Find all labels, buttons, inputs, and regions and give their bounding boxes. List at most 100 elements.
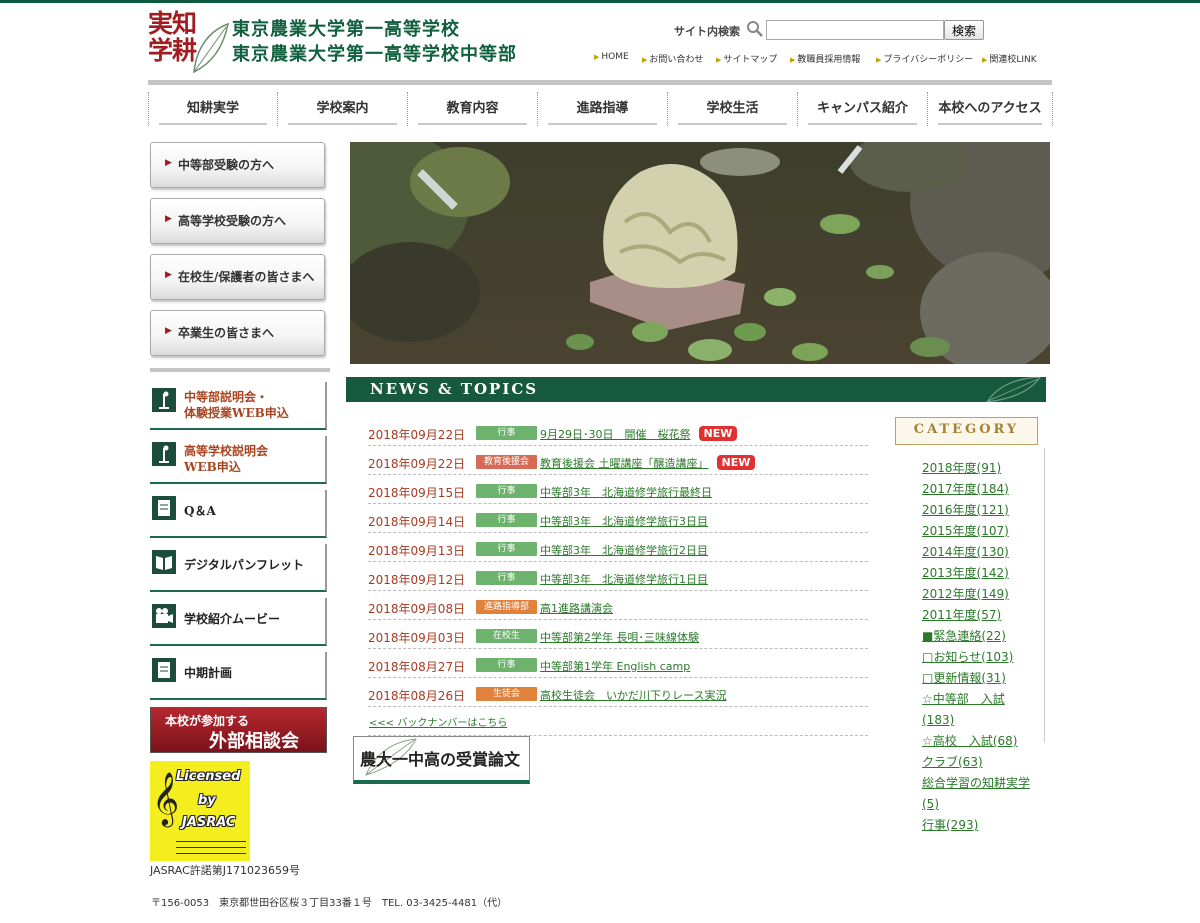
news-link[interactable]: 高校生徒会 いかだ川下りレース実況 xyxy=(540,687,726,703)
side-link-digital-pamphlet[interactable]: デジタルパンフレット xyxy=(150,544,327,592)
news-link[interactable]: 9月29日･30日 開催 桜花祭 NEW xyxy=(540,426,738,442)
logo-char: 学 xyxy=(148,36,174,65)
divider xyxy=(1044,448,1045,743)
news-item: 2018年08月27日 行事 中等部第1学年 English camp xyxy=(368,649,868,678)
util-link-recruit[interactable]: ▶ 教職員採用情報 xyxy=(790,52,860,65)
side-separator xyxy=(150,368,330,372)
school-name-high[interactable]: 東京農業大学第一高等学校 xyxy=(232,15,460,41)
news-link[interactable]: 中等部3年 北海道修学旅行2日目 xyxy=(540,542,708,558)
news-heading: NEWS & TOPICS xyxy=(370,380,539,398)
news-link[interactable]: 教育後援会 土曜講座「醸造講座」 NEW xyxy=(540,455,756,471)
triangle-icon: ▶ xyxy=(876,56,882,64)
side-link-movie[interactable]: 学校紹介ムービー xyxy=(150,598,327,646)
news-link[interactable]: 中等部3年 北海道修学旅行3日目 xyxy=(540,513,708,529)
category-link[interactable]: ■緊急連絡(22) xyxy=(922,626,1042,647)
category-link[interactable]: 行事(293) xyxy=(922,815,1042,836)
logo-char: 実 xyxy=(148,9,174,38)
triangle-icon: ▶ xyxy=(165,270,172,280)
triangle-icon: ▶ xyxy=(594,53,600,61)
side-link-junior-briefing[interactable]: 中等部説明会・ 体験授業WEB申込 xyxy=(150,382,327,430)
category-tag: 行事 xyxy=(476,513,537,527)
jasrac-license-number: JASRAC許諾第J171023659号 xyxy=(150,864,300,877)
category-link[interactable]: 2013年度(142) xyxy=(922,563,1042,584)
category-link[interactable]: 2018年度(91) xyxy=(922,458,1042,479)
nav-item-school-life[interactable]: 学校生活 xyxy=(668,92,798,126)
decor-line xyxy=(176,847,246,848)
triangle-icon: ▶ xyxy=(982,56,988,64)
award-papers-banner[interactable]: 農大一中高の受賞論文 xyxy=(353,736,530,784)
side-button-junior-applicants[interactable]: ▶ 中等部受験の方へ xyxy=(150,142,325,188)
category-tag: 生徒会 xyxy=(476,687,537,701)
book-icon xyxy=(152,550,176,574)
nav-item-access[interactable]: 本校へのアクセス xyxy=(928,92,1053,126)
news-item: 2018年09月12日 行事 中等部3年 北海道修学旅行1日目 xyxy=(368,562,868,591)
side-link-high-briefing[interactable]: 高等学校説明会 WEB申込 xyxy=(150,436,327,484)
hero-image xyxy=(350,142,1050,364)
news-item: 2018年09月22日 教育後援会 教育後援会 土曜講座「醸造講座」 NEW xyxy=(368,446,868,475)
side-button-high-applicants[interactable]: ▶ 高等学校受験の方へ xyxy=(150,198,325,244)
util-link-contact[interactable]: ▶ お問い合わせ xyxy=(642,52,703,65)
nav-item-chiko[interactable]: 知耕実学 xyxy=(149,92,278,126)
outside-consultation-banner[interactable]: 本校が参加する 外部相談会 xyxy=(150,707,327,753)
document-icon xyxy=(152,658,176,682)
category-link[interactable]: □更新情報(31) xyxy=(922,668,1042,689)
category-link[interactable]: 2011年度(57) xyxy=(922,605,1042,626)
category-link[interactable]: クラブ(63) xyxy=(922,752,1042,773)
category-tag: 行事 xyxy=(476,571,537,585)
category-link[interactable]: □お知らせ(103) xyxy=(922,647,1042,668)
news-heading-bar: NEWS & TOPICS xyxy=(346,377,1046,402)
category-tag: 進路指導部 xyxy=(476,600,537,614)
category-link[interactable]: 2015年度(107) xyxy=(922,521,1042,542)
news-link[interactable]: 中等部3年 北海道修学旅行1日目 xyxy=(540,571,708,587)
nav-top-bar xyxy=(148,80,1052,85)
side-link-midterm-plan[interactable]: 中期計画 xyxy=(150,652,327,700)
util-link-privacy[interactable]: ▶ プライバシーポリシー xyxy=(876,52,973,65)
school-name-junior[interactable]: 東京農業大学第一高等学校中等部 xyxy=(232,40,517,66)
category-link[interactable]: 2014年度(130) xyxy=(922,542,1042,563)
search-label: サイト内検索 xyxy=(674,25,740,38)
category-link[interactable]: (5) xyxy=(922,794,1042,815)
news-link[interactable]: 中等部3年 北海道修学旅行最終日 xyxy=(540,484,712,500)
news-link[interactable]: 高1進路講演会 xyxy=(540,600,613,616)
new-badge: NEW xyxy=(716,455,756,470)
nav-item-education[interactable]: 教育内容 xyxy=(408,92,538,126)
document-icon xyxy=(152,496,176,520)
category-link[interactable]: ☆高校 入試(68) xyxy=(922,731,1042,752)
util-link-related[interactable]: ▶ 関連校LINK xyxy=(982,52,1037,65)
footer-address: 〒156-0053 東京都世田谷区桜３丁目33番１号 TEL. 03-3425-… xyxy=(151,898,508,909)
category-link[interactable]: 2012年度(149) xyxy=(922,584,1042,605)
nav-item-about[interactable]: 学校案内 xyxy=(278,92,408,126)
news-item: 2018年09月14日 行事 中等部3年 北海道修学旅行3日目 xyxy=(368,504,868,533)
jasrac-logo[interactable]: 𝄞 Licensed by JASRAC xyxy=(150,761,250,861)
triangle-icon: ▶ xyxy=(642,56,648,64)
search-icon xyxy=(747,21,763,37)
side-link-qa[interactable]: Q＆A xyxy=(150,490,327,538)
nav-item-career[interactable]: 進路指導 xyxy=(538,92,668,126)
category-link[interactable]: (183) xyxy=(922,710,1042,731)
triangle-icon: ▶ xyxy=(165,158,172,168)
category-tag: 行事 xyxy=(476,658,537,672)
news-link[interactable]: 中等部第2学年 長唄･三味線体験 xyxy=(540,629,699,645)
util-link-sitemap[interactable]: ▶ サイトマップ xyxy=(716,52,777,65)
side-button-alumni[interactable]: ▶ 卒業生の皆さまへ xyxy=(150,310,325,356)
util-link-home[interactable]: ▶ HOME xyxy=(594,52,629,62)
category-link[interactable]: ☆中等部 入試 xyxy=(922,689,1042,710)
category-tag: 在校生 xyxy=(476,629,537,643)
podium-icon xyxy=(152,388,176,412)
category-link[interactable]: 総合学習の知耕実学 xyxy=(922,773,1042,794)
news-item: 2018年09月13日 行事 中等部3年 北海道修学旅行2日目 xyxy=(368,533,868,562)
category-tag: 行事 xyxy=(476,426,537,440)
school-logo[interactable]: 実 知 学 耕 xyxy=(148,9,229,74)
news-item: 2018年09月08日 進路指導部 高1進路講演会 xyxy=(368,591,868,620)
back-number-link[interactable]: <<< バックナンバーはこちら xyxy=(369,714,507,729)
global-nav: 知耕実学 学校案内 教育内容 進路指導 学校生活 キャンパス紹介 本校へのアクセ… xyxy=(148,92,1053,126)
category-link[interactable]: 2017年度(184) xyxy=(922,479,1042,500)
nav-item-campus[interactable]: キャンパス紹介 xyxy=(798,92,928,126)
news-link[interactable]: 中等部第1学年 English camp xyxy=(540,658,690,674)
search-input[interactable] xyxy=(766,20,944,40)
search-button[interactable]: 検索 xyxy=(944,20,984,40)
category-list: 2018年度(91) 2017年度(184) 2016年度(121) 2015年… xyxy=(922,458,1042,836)
side-button-students-parents[interactable]: ▶ 在校生/保護者の皆さまへ xyxy=(150,254,325,300)
decor-line xyxy=(176,853,246,854)
category-link[interactable]: 2016年度(121) xyxy=(922,500,1042,521)
